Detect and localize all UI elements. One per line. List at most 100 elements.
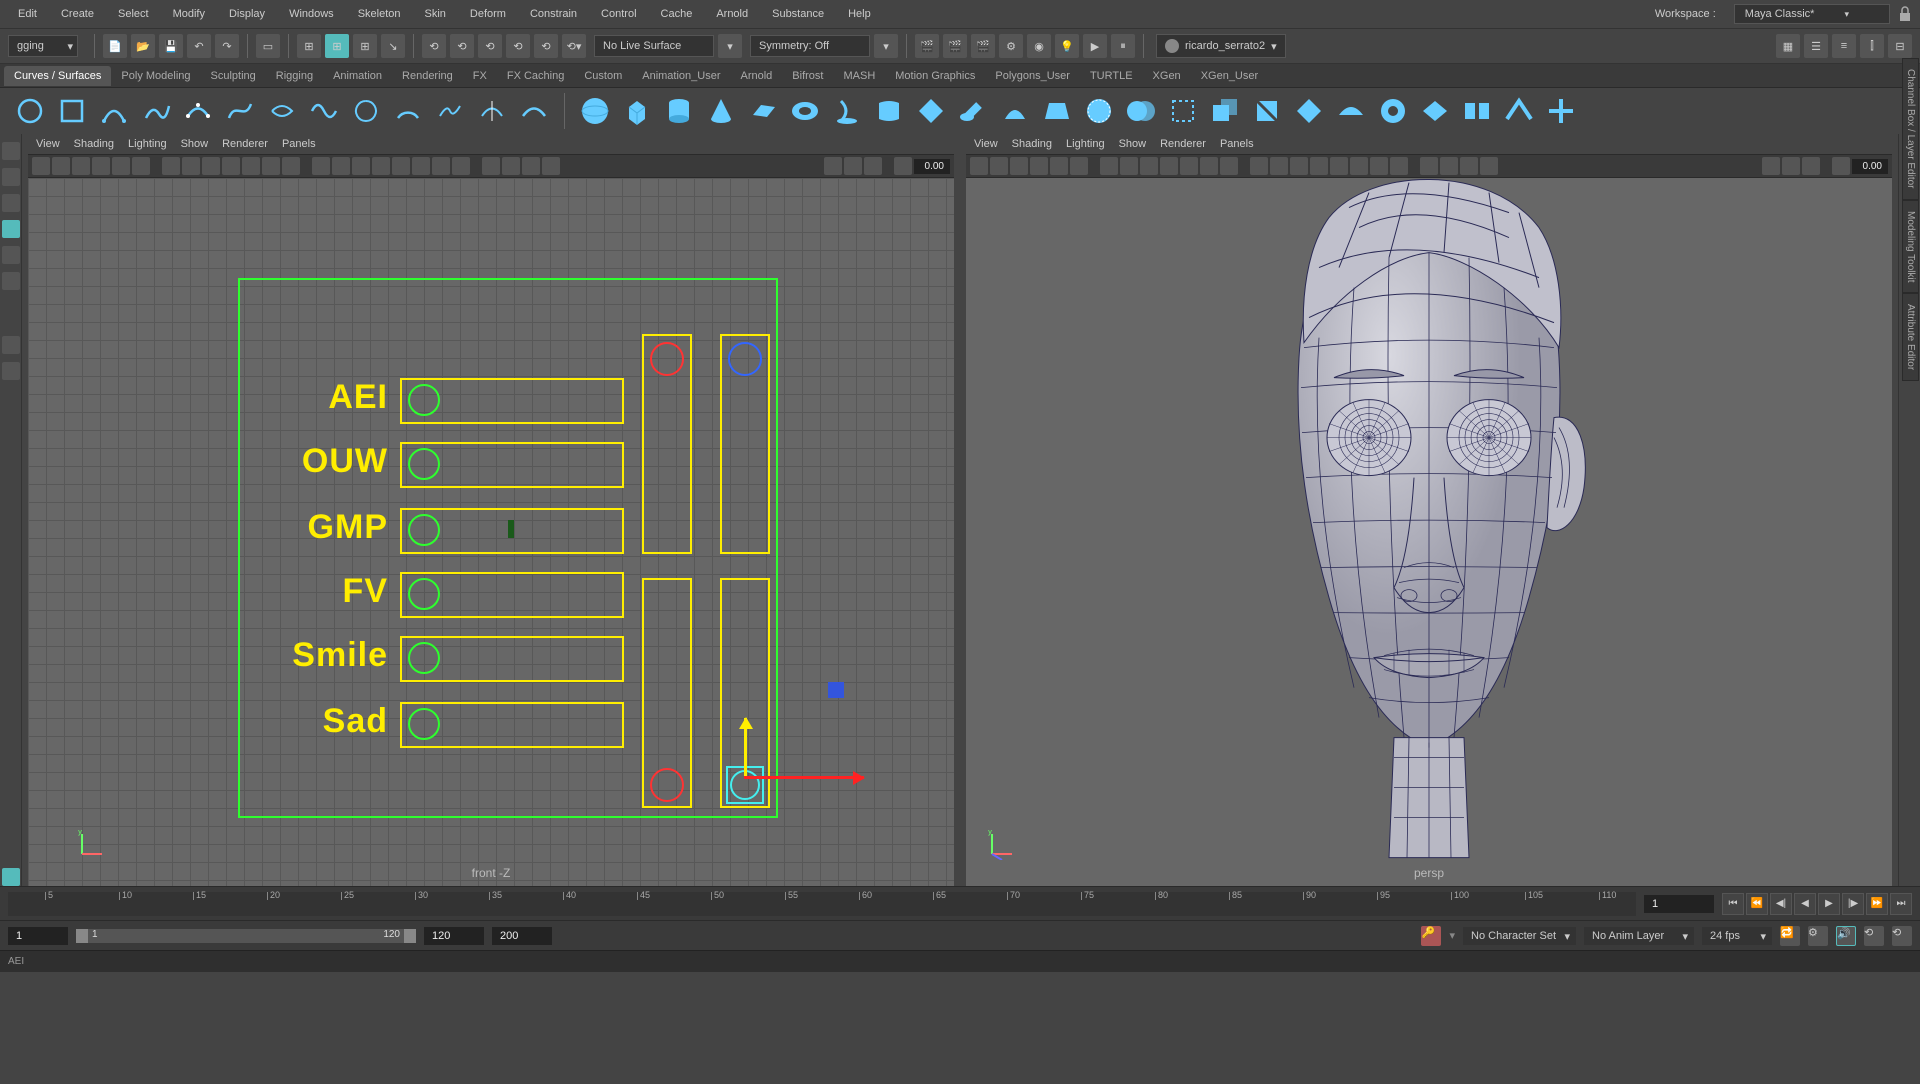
symmetry-field[interactable]: Symmetry: Off <box>750 35 870 57</box>
lock-icon[interactable] <box>1898 5 1912 23</box>
vp-grid-icon[interactable] <box>162 157 180 175</box>
move-y-axis[interactable] <box>744 718 747 778</box>
vpr-dof-icon[interactable] <box>1480 157 1498 175</box>
shelf-tab-animuser[interactable]: Animation_User <box>632 66 730 86</box>
pencil-curve-icon[interactable] <box>138 93 174 129</box>
viewport-right-canvas[interactable]: y persp <box>966 178 1892 886</box>
curve-arc-icon[interactable] <box>390 93 426 129</box>
vpr-film-gate-icon[interactable] <box>1120 157 1138 175</box>
snap-plane-icon[interactable]: ↘ <box>381 34 405 58</box>
vpr-safe-action-icon[interactable] <box>1200 157 1218 175</box>
hypershade-icon[interactable]: ◉ <box>1027 34 1051 58</box>
detach-surf-icon[interactable] <box>1375 93 1411 129</box>
vp-gate-mask-icon[interactable] <box>222 157 240 175</box>
cache-icon[interactable]: ⟲ <box>1892 926 1912 946</box>
vp-lighting-r[interactable]: Lighting <box>1066 138 1105 150</box>
shelf-tab-arnold[interactable]: Arnold <box>731 66 783 86</box>
menu-select[interactable]: Select <box>108 2 159 26</box>
vp-show-r[interactable]: Show <box>1119 138 1147 150</box>
shelf-tab-xgenuser[interactable]: XGen_User <box>1191 66 1268 86</box>
revolve-icon[interactable] <box>829 93 865 129</box>
render-frame-icon[interactable]: 🎬 <box>943 34 967 58</box>
vp-bookmark-icon[interactable] <box>72 157 90 175</box>
shelf-tab-fx[interactable]: FX <box>463 66 497 86</box>
autokey-toggle-icon[interactable]: 🔑 <box>1421 926 1441 946</box>
curve-edit-icon[interactable] <box>264 93 300 129</box>
vp-lock-cam-icon[interactable] <box>52 157 70 175</box>
construction-icon[interactable]: ⟲ <box>478 34 502 58</box>
sync-icon[interactable]: ⟲ <box>1864 926 1884 946</box>
vp-film-gate-icon[interactable] <box>182 157 200 175</box>
shelf-tab-sculpt[interactable]: Sculpting <box>201 66 266 86</box>
history-icon[interactable]: ⟲ <box>422 34 446 58</box>
pause-icon[interactable]: ⏸ <box>1111 34 1135 58</box>
nurbs-square-icon[interactable] <box>54 93 90 129</box>
tab-attribute-editor[interactable]: Attribute Editor <box>1902 293 1919 381</box>
vp-isolate-icon[interactable] <box>412 157 430 175</box>
vp-lights-icon[interactable] <box>372 157 390 175</box>
attribute-toggle-icon[interactable]: ≡ <box>1832 34 1856 58</box>
menu-edit[interactable]: Edit <box>8 2 47 26</box>
snap-point-icon[interactable]: ⊞ <box>353 34 377 58</box>
menu-help[interactable]: Help <box>838 2 881 26</box>
curve-attach-icon[interactable] <box>432 93 468 129</box>
last-tool[interactable] <box>2 868 20 886</box>
menu-modify[interactable]: Modify <box>163 2 215 26</box>
go-to-start-icon[interactable]: ⏮ <box>1722 893 1744 915</box>
light-editor-icon[interactable]: 💡 <box>1055 34 1079 58</box>
vp-panels-r[interactable]: Panels <box>1220 138 1254 150</box>
menu-skeleton[interactable]: Skeleton <box>348 2 411 26</box>
step-back-key-icon[interactable]: ⏪ <box>1746 893 1768 915</box>
scale-tool[interactable] <box>2 272 20 290</box>
vp-exposure-field[interactable]: 0.00 <box>914 159 950 174</box>
vp-xray-icon[interactable] <box>432 157 450 175</box>
slider-handle-aei[interactable] <box>408 384 440 416</box>
vpr-2d-pan-icon[interactable] <box>1050 157 1068 175</box>
vp-view[interactable]: View <box>36 138 60 150</box>
construction-off-icon[interactable]: ⟲ <box>506 34 530 58</box>
shelf-tab-curves[interactable]: Curves / Surfaces <box>4 66 111 86</box>
shelf-tab-fxcaching[interactable]: FX Caching <box>497 66 574 86</box>
range-bar[interactable]: 1 120 <box>76 929 416 943</box>
move-xy-plane[interactable] <box>828 682 844 698</box>
shelf-tab-polyuser[interactable]: Polygons_User <box>985 66 1080 86</box>
playblast-icon[interactable]: ▶ <box>1083 34 1107 58</box>
vp-smooth-icon[interactable] <box>332 157 350 175</box>
extend-icon[interactable] <box>1501 93 1537 129</box>
vpr-lights-icon[interactable] <box>1310 157 1328 175</box>
anim-start-field[interactable]: 1 <box>8 927 68 945</box>
layout-single-icon[interactable] <box>2 336 20 354</box>
vpr-settings-icon[interactable] <box>1832 157 1850 175</box>
vpr-field-chart-icon[interactable] <box>1180 157 1198 175</box>
go-to-end-icon[interactable]: ⏭ <box>1890 893 1912 915</box>
insert-iso-icon[interactable] <box>1459 93 1495 129</box>
tab-channel-box[interactable]: Channel Box / Layer Editor <box>1902 58 1919 200</box>
module-selector[interactable]: gging <box>8 35 78 57</box>
vpr-shadows-icon[interactable] <box>1330 157 1348 175</box>
tab-modeling-toolkit[interactable]: Modeling Toolkit <box>1902 200 1919 294</box>
vpr-exposure-icon[interactable] <box>1762 157 1780 175</box>
anim-layer-dropdown[interactable]: No Anim Layer <box>1584 927 1694 945</box>
vpr-gamma-icon[interactable] <box>1782 157 1800 175</box>
render-settings-icon[interactable]: ⚙ <box>999 34 1023 58</box>
vp-aa-icon[interactable] <box>522 157 540 175</box>
shelf-tab-poly[interactable]: Poly Modeling <box>111 66 200 86</box>
paint-tool[interactable] <box>2 194 20 212</box>
render-icon[interactable]: 🎬 <box>915 34 939 58</box>
nurbs-circle-icon[interactable] <box>12 93 48 129</box>
vslider-handle-red-top[interactable] <box>650 342 684 376</box>
menu-control[interactable]: Control <box>591 2 646 26</box>
character-set-dropdown[interactable]: No Character Set <box>1463 927 1576 945</box>
rebuild-icon[interactable] <box>1543 93 1579 129</box>
time-ruler[interactable]: 5101520253035404550556065707580859095100… <box>8 892 1636 916</box>
outliner-toggle-icon[interactable]: ☰ <box>1804 34 1828 58</box>
vp-dof-icon[interactable] <box>542 157 560 175</box>
menu-create[interactable]: Create <box>51 2 104 26</box>
vpr-textured-icon[interactable] <box>1290 157 1308 175</box>
snap-curve-icon[interactable]: ⊞ <box>325 34 349 58</box>
vpr-view-transform-icon[interactable] <box>1802 157 1820 175</box>
step-back-icon[interactable]: ◀| <box>1770 893 1792 915</box>
menu-display[interactable]: Display <box>219 2 275 26</box>
vpr-safe-title-icon[interactable] <box>1220 157 1238 175</box>
panel-layout-icon[interactable]: ▦ <box>1776 34 1800 58</box>
